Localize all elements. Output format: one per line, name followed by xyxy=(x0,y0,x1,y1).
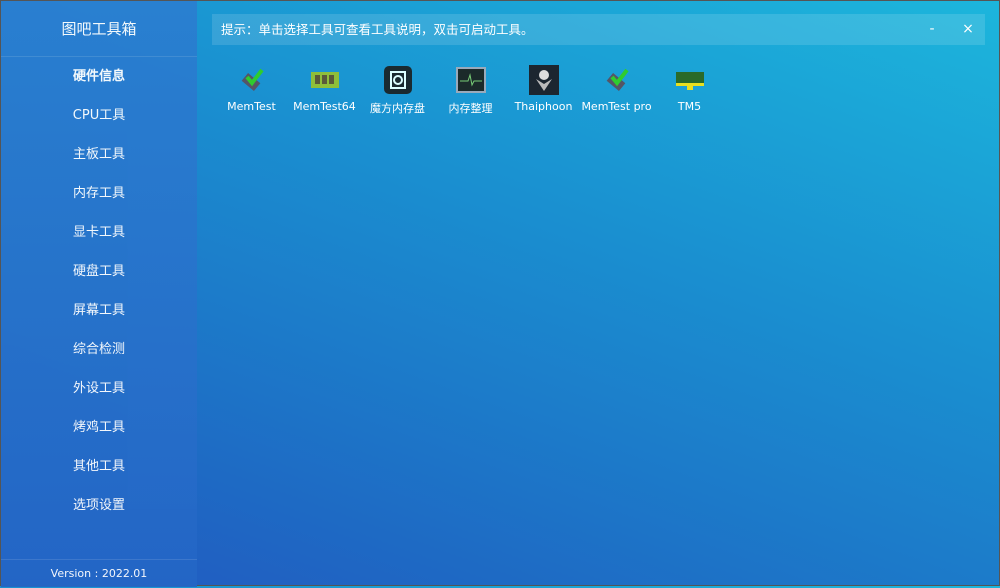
sidebar: 图吧工具箱 硬件信息 CPU工具 主板工具 内存工具 显卡工具 硬盘工具 屏幕工… xyxy=(1,1,197,587)
chip-check-icon xyxy=(602,65,632,95)
version-label: Version : 2022.01 xyxy=(1,559,197,587)
tool-label: Thaiphoon xyxy=(514,100,573,113)
app-title: 图吧工具箱 xyxy=(1,1,197,57)
monitor-pulse-icon xyxy=(455,65,486,95)
tool-tm5[interactable]: TM5 xyxy=(653,65,726,116)
tool-thaiphoon[interactable]: Thaiphoon xyxy=(507,65,580,116)
close-button[interactable]: × xyxy=(953,14,983,45)
tool-label: MemTest64 xyxy=(293,100,356,113)
ram-icon xyxy=(310,65,340,95)
sidebar-item-disk[interactable]: 硬盘工具 xyxy=(1,252,197,291)
sidebar-nav: 硬件信息 CPU工具 主板工具 内存工具 显卡工具 硬盘工具 屏幕工具 综合检测… xyxy=(1,57,197,525)
sidebar-item-stress[interactable]: 烤鸡工具 xyxy=(1,408,197,447)
hint-bar: 提示：单击选择工具可查看工具说明，双击可启动工具。 xyxy=(212,14,985,45)
tool-ramdisk[interactable]: 魔方内存盘 xyxy=(361,65,434,116)
chip-check-icon xyxy=(237,65,267,95)
tool-grid: MemTest MemTest64 魔方内存盘 内存整理 Thaiphoon M… xyxy=(215,65,726,116)
sidebar-item-peripherals[interactable]: 外设工具 xyxy=(1,369,197,408)
tool-memtest-pro[interactable]: MemTest pro xyxy=(580,65,653,116)
sidebar-item-screen[interactable]: 屏幕工具 xyxy=(1,291,197,330)
sidebar-item-other[interactable]: 其他工具 xyxy=(1,447,197,486)
tool-memtest[interactable]: MemTest xyxy=(215,65,288,116)
tool-label: 魔方内存盘 xyxy=(370,102,425,115)
sidebar-item-memory[interactable]: 内存工具 xyxy=(1,174,197,213)
ramdisk-icon xyxy=(383,65,413,95)
tool-label: TM5 xyxy=(677,100,702,113)
tool-memory-cleanup[interactable]: 内存整理 xyxy=(434,65,507,116)
sidebar-item-cpu[interactable]: CPU工具 xyxy=(1,96,197,135)
thaiphoon-icon xyxy=(528,65,559,95)
sidebar-item-motherboard[interactable]: 主板工具 xyxy=(1,135,197,174)
sidebar-item-gpu[interactable]: 显卡工具 xyxy=(1,213,197,252)
sidebar-item-diagnostics[interactable]: 综合检测 xyxy=(1,330,197,369)
tool-label: MemTest xyxy=(227,100,276,113)
sidebar-item-hardware-info[interactable]: 硬件信息 xyxy=(1,57,197,96)
sidebar-item-settings[interactable]: 选项设置 xyxy=(1,486,197,525)
tool-label: 内存整理 xyxy=(448,102,493,115)
ram-yellow-icon xyxy=(675,65,705,95)
tool-label: MemTest pro xyxy=(581,100,652,113)
tool-memtest64[interactable]: MemTest64 xyxy=(288,65,361,116)
minimize-button[interactable]: - xyxy=(917,14,947,45)
